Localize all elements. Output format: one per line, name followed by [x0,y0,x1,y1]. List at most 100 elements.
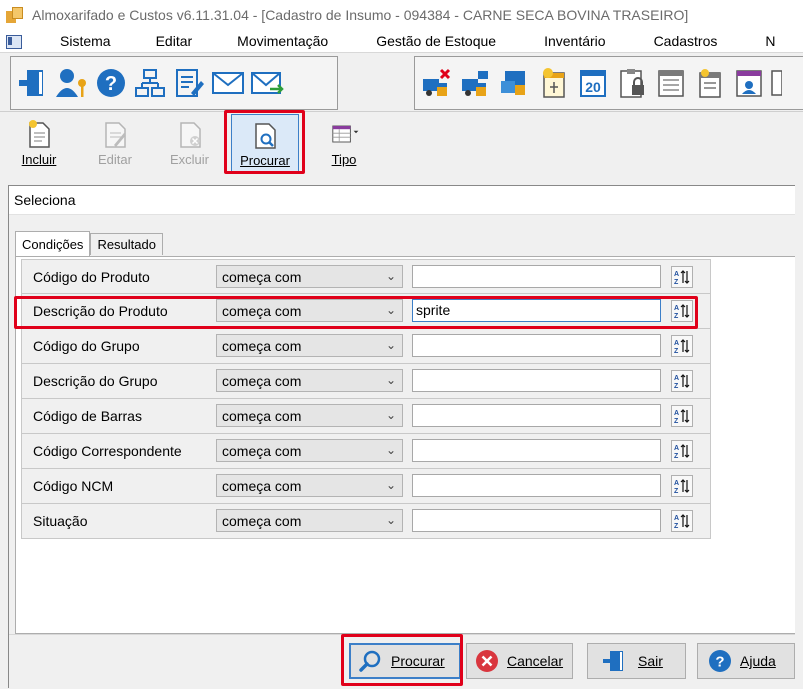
help-icon[interactable]: ? [92,61,129,105]
condition-value-input[interactable] [412,474,661,497]
operator-select[interactable]: começa com ⌄ [216,509,403,532]
system-menu-icon[interactable] [6,33,26,49]
svg-text:Z: Z [674,488,679,494]
calendar-star-2-icon[interactable] [691,61,728,105]
procurar-button[interactable]: Procurar [349,643,461,679]
sort-az-icon[interactable]: AZ [671,405,693,427]
truck-cancel-icon[interactable] [418,61,455,105]
email-icon[interactable] [209,61,246,105]
search-icon [359,649,383,673]
email-send-icon[interactable] [248,61,285,105]
condition-field-label: Descrição do Produto [33,303,168,319]
menu-sistema[interactable]: Sistema [60,33,111,49]
svg-text:Z: Z [674,348,679,354]
chevron-down-icon: ⌄ [385,338,396,352]
transfer-icon[interactable] [496,61,533,105]
clipboard-lock-icon[interactable] [613,61,650,105]
incluir-label: Incluir [21,152,57,167]
svg-text:A: A [674,410,679,417]
sort-az-icon[interactable]: AZ [671,300,693,322]
sort-az-icon[interactable]: AZ [671,510,693,532]
sort-az-icon[interactable]: AZ [671,475,693,497]
menu-overflow[interactable]: N [765,33,775,49]
toolbar-overflow-icon[interactable] [769,61,783,105]
exit-door-icon[interactable] [14,61,51,105]
calendar-grid-icon[interactable] [652,61,689,105]
calendar-20-icon[interactable]: 20 [574,61,611,105]
condition-value-input[interactable]: sprite [412,299,661,322]
truck-box-icon[interactable] [457,61,494,105]
user-key-icon[interactable] [53,61,90,105]
sort-az-icon[interactable]: AZ [671,266,693,288]
window-title: Almoxarifado e Custos v6.11.31.04 - [Cad… [32,7,689,23]
condition-value-input[interactable] [412,439,661,462]
report-icon[interactable] [730,61,767,105]
editar-button[interactable]: Editar [80,114,150,172]
condition-row: Descrição do Grupo começa com ⌄ AZ [21,364,711,399]
menu-inventario[interactable]: Inventário [544,33,605,49]
operator-select[interactable]: começa com ⌄ [216,369,403,392]
operator-select[interactable]: começa com ⌄ [216,404,403,427]
svg-text:Z: Z [674,383,679,389]
tab-condicoes[interactable]: Condições [15,231,91,256]
condition-value-input[interactable] [412,369,661,392]
condition-field-label: Código do Grupo [33,338,140,354]
search-document-icon [249,119,281,151]
operator-value: começa com [222,477,302,494]
tab-resultado[interactable]: Resultado [90,233,163,255]
operator-value: começa com [222,512,302,529]
svg-text:A: A [674,375,679,382]
excluir-button[interactable]: Excluir [157,114,222,172]
app-icon [6,7,24,23]
condition-field-label: Descrição do Grupo [33,373,158,389]
procurar-toolbar-button[interactable]: Procurar [231,114,299,172]
delete-document-icon [174,118,206,150]
condition-field-label: Código NCM [33,478,114,494]
cancelar-button[interactable]: Cancelar [466,643,573,679]
svg-text:A: A [674,515,679,522]
grid-dropdown-icon [328,118,360,150]
sort-az-icon[interactable]: AZ [671,370,693,392]
calendar-star-icon[interactable] [535,61,572,105]
svg-text:A: A [674,445,679,452]
operator-select[interactable]: começa com ⌄ [216,439,403,462]
menu-editar[interactable]: Editar [156,33,193,49]
condition-value-input[interactable] [412,404,661,427]
operator-select[interactable]: começa com ⌄ [216,265,403,288]
operator-select[interactable]: começa com ⌄ [216,299,403,322]
ajuda-button[interactable]: ? Ajuda [697,643,795,679]
incluir-button[interactable]: Incluir [5,114,73,172]
condition-field-label: Código de Barras [33,408,142,424]
editar-label: Editar [98,152,132,167]
operator-select[interactable]: começa com ⌄ [216,334,403,357]
svg-text:Z: Z [674,453,679,459]
condition-field-label: Código Correspondente [33,443,182,459]
org-chart-icon[interactable] [131,61,168,105]
condition-value-input[interactable] [412,509,661,532]
menu-cadastros[interactable]: Cadastros [654,33,718,49]
sair-label: Sair [638,653,663,669]
chevron-down-icon: ⌄ [385,443,396,457]
condition-value-input[interactable] [412,334,661,357]
svg-text:A: A [674,271,679,278]
condition-row: Descrição do Produto começa com ⌄ sprite … [21,294,711,329]
condition-row: Código NCM começa com ⌄ AZ [21,469,711,504]
edit-form-icon[interactable] [170,61,207,105]
menu-movimentacao[interactable]: Movimentação [237,33,328,49]
svg-text:Z: Z [674,279,679,285]
chevron-down-icon: ⌄ [385,269,396,283]
sort-az-icon[interactable]: AZ [671,335,693,357]
window-titlebar: Almoxarifado e Custos v6.11.31.04 - [Cad… [0,0,803,30]
menu-gestao-estoque[interactable]: Gestão de Estoque [376,33,496,49]
main-toolbar: ? 20 [0,52,803,112]
condition-value-input[interactable] [412,265,661,288]
toolbar-group-general: ? [10,56,338,110]
sort-az-icon[interactable]: AZ [671,440,693,462]
dialog-title: Seleciona [9,186,802,215]
operator-select[interactable]: começa com ⌄ [216,474,403,497]
sair-button[interactable]: Sair [587,643,686,679]
operator-value: começa com [222,268,302,285]
tipo-button[interactable]: Tipo [316,114,372,172]
condition-field-label: Código do Produto [33,269,150,285]
operator-value: começa com [222,337,302,354]
